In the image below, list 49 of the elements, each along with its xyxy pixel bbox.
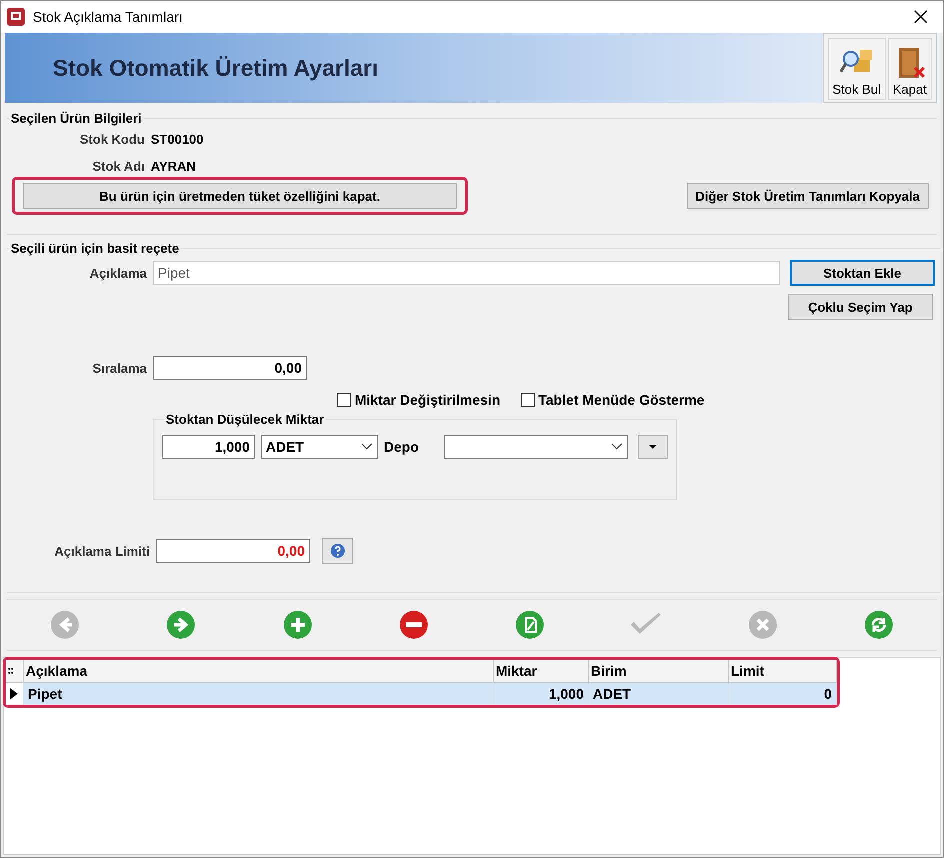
group-title: Seçili ürün için basit reçete	[10, 241, 180, 256]
field-label: Açıklama	[88, 266, 147, 280]
page-title: Stok Otomatik Üretim Ayarları	[53, 54, 380, 82]
warehouse-dropdown[interactable]	[444, 435, 628, 459]
table-cell: ADET	[589, 683, 729, 705]
copy-definitions-button[interactable]: Diğer Stok Üretim Tanımları Kopyala	[686, 183, 929, 209]
field-value: AYRAN	[151, 159, 196, 174]
table-cell: 0	[729, 683, 837, 705]
checkbox[interactable]: Miktar Değiştirilmesin	[337, 392, 500, 408]
unit-dropdown[interactable]: ADET	[261, 435, 378, 459]
field-label: Açıklama Limiti	[54, 544, 150, 558]
group-title: Stoktan Düşülecek Miktar	[165, 412, 326, 427]
field-label: Stok Kodu	[79, 132, 145, 147]
dots-icon	[8, 667, 14, 675]
group-title: Seçilen Ürün Bilgileri	[10, 111, 143, 126]
minus-icon	[398, 610, 429, 640]
order-field[interactable]: 0,00	[153, 356, 307, 380]
refresh-icon	[864, 610, 894, 640]
plus-icon	[282, 610, 313, 640]
triangle-down-icon	[648, 444, 658, 450]
chevron-down-icon	[611, 443, 623, 451]
checkbox[interactable]: Tablet Menüde Gösterme	[520, 392, 705, 408]
window-title: Stok Açıklama Tanımları	[33, 9, 184, 25]
multi-select-button[interactable]: Çoklu Seçim Yap	[788, 294, 933, 320]
column-header[interactable]: Açıklama	[24, 660, 494, 683]
field-value: ST00100	[151, 132, 204, 147]
column-header[interactable]: Miktar	[494, 660, 589, 683]
limit-field[interactable]: 0,00	[156, 539, 310, 563]
chevron-down-icon	[361, 443, 373, 451]
app-icon	[7, 8, 25, 26]
field-label: Depo	[384, 439, 420, 455]
tool-button[interactable]: Kapat	[888, 38, 932, 100]
edit-icon	[515, 610, 546, 640]
table-cell: 1,000	[494, 683, 589, 705]
disable-consume-button[interactable]: Bu ürün için üretmeden tüket özelliğini kapat.	[23, 183, 457, 209]
field-label: Sıralama	[92, 360, 147, 376]
dropdown-button[interactable]	[638, 435, 668, 459]
column-header[interactable]: Limit	[729, 660, 837, 683]
close-icon[interactable]	[913, 9, 929, 25]
tool-button[interactable]: Stok Bul	[828, 38, 886, 100]
field-label: Stok Adı	[92, 159, 145, 174]
add-from-stock-button[interactable]: Stoktan Ekle	[790, 260, 935, 286]
help-button[interactable]	[322, 538, 353, 564]
quantity-field[interactable]: 1,000	[162, 435, 255, 459]
description-field[interactable]: Pipet	[153, 261, 780, 285]
table-cell: Pipet	[24, 683, 494, 705]
close-icon	[748, 610, 778, 640]
column-header[interactable]: Birim	[589, 660, 729, 683]
question-icon	[330, 543, 346, 559]
